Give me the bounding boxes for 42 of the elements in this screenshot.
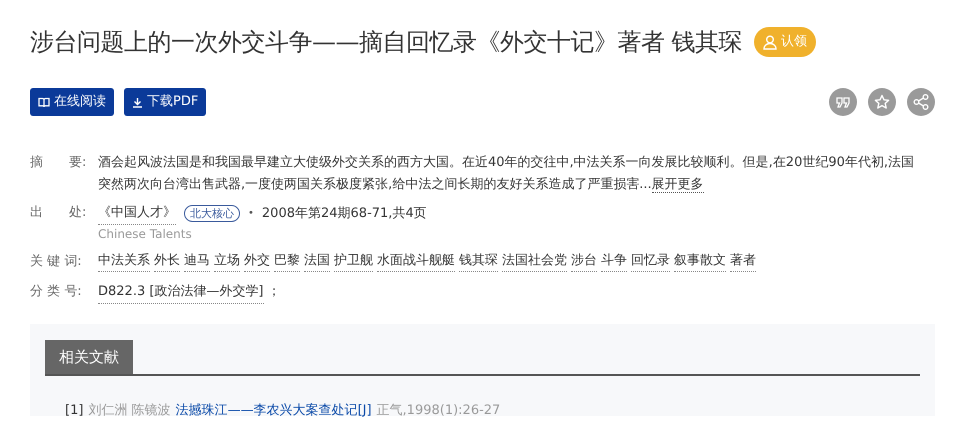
core-tag: 北大核心 (184, 205, 240, 222)
download-icon (132, 96, 143, 108)
keyword-link[interactable]: 外交 (244, 251, 270, 272)
keyword-link[interactable]: 水面战斗舰艇 (377, 251, 455, 272)
abstract-text: 酒会起风波法国是和我国最早建立大使级外交关系的西方大国。在近40年的交往中,中法关系一向发展比较顺利。但是,在20世纪90年代初,法国突然两次向台湾出售武器,一度使两国关系极度紧张,给中法之间长期的友好关系造成了严重损害...展开更多 (98, 154, 916, 195)
reference-title-link[interactable]: 法撼珠江——李农兴大案查处记[J] (176, 402, 372, 420)
keyword-link[interactable]: 法国 (304, 251, 330, 272)
keyword-link[interactable]: 法国社会党 (502, 251, 567, 272)
expand-link[interactable]: 展开更多 (652, 177, 704, 193)
keyword-link[interactable]: 著者 (730, 251, 756, 272)
reference-source: 正气,1998(1):26-27 (376, 402, 500, 420)
field-label: 关 键 词: (30, 253, 83, 271)
keyword-link[interactable]: 回忆录 (631, 251, 670, 272)
keyword-link[interactable]: 立场 (214, 251, 240, 272)
keyword-link[interactable]: 迪马 (184, 251, 210, 272)
book-icon (38, 96, 50, 108)
classification-link[interactable]: D822.3 [政治法律—外交学] (98, 281, 264, 304)
keyword-link[interactable]: 斗争 (601, 251, 627, 272)
journal-link[interactable]: 《中国人才》 (98, 202, 176, 225)
keyword-link[interactable]: 钱其琛 (459, 251, 498, 272)
quote-icon[interactable] (829, 88, 857, 116)
journal-english-name: Chinese Talents (98, 226, 193, 243)
share-icon[interactable] (907, 88, 935, 116)
field-label: 摘 要: (30, 154, 88, 172)
keyword-link[interactable]: 护卫舰 (334, 251, 373, 272)
bullet-dot: • (248, 206, 254, 220)
person-icon (763, 34, 778, 50)
reference-index: [1] (65, 402, 84, 420)
read-online-button[interactable]: 在线阅读 (30, 88, 114, 116)
reference-authors: 刘仁洲 陈镜波 (88, 402, 171, 420)
keyword-link[interactable]: 叙事散文 (674, 251, 726, 272)
keyword-link[interactable]: 中法关系 (98, 251, 150, 272)
related-tab[interactable]: 相关文献 (45, 340, 133, 374)
download-button[interactable]: 下载PDF (124, 88, 206, 116)
article-title: 涉台问题上的一次外交斗争——摘自回忆录《外交十记》著者 钱其琛 (30, 27, 742, 58)
issue-text: 2008年第24期68-71,共4页 (262, 204, 427, 222)
field-label: 分 类 号: (30, 283, 83, 301)
keyword-link[interactable]: 涉台 (571, 251, 597, 272)
keyword-link[interactable]: 巴黎 (274, 251, 300, 272)
separator-text: ； (268, 283, 281, 301)
field-label: 出 处: (30, 204, 88, 222)
keyword-link[interactable]: 外长 (154, 251, 180, 272)
